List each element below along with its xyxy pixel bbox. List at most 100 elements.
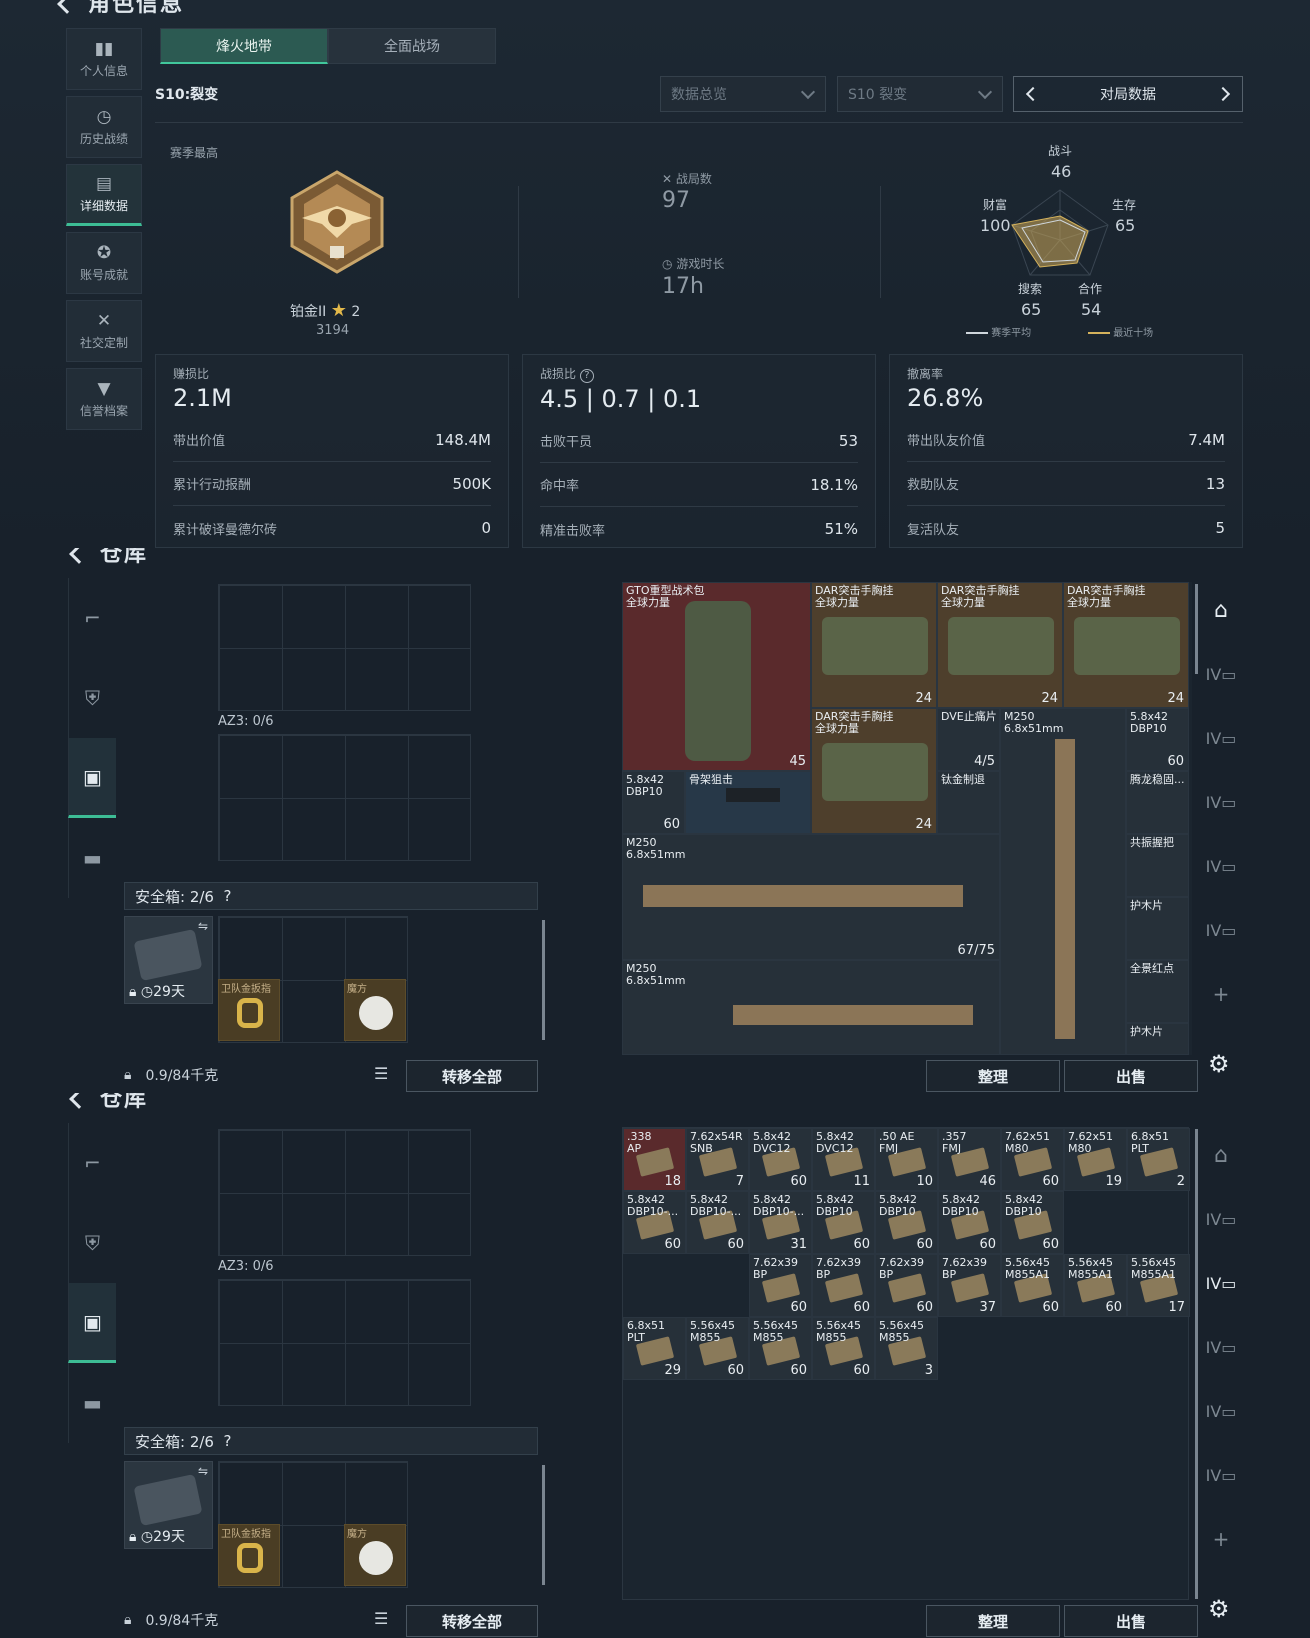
item-muzzle[interactable]: 钛金制退: [937, 771, 1000, 834]
item-red-dot[interactable]: 全景红点: [1126, 960, 1189, 1023]
ammo-item[interactable]: 5.8x42 DBP10 60: [938, 1191, 1001, 1254]
item-pistol[interactable]: 骨架狙击: [685, 771, 811, 834]
item-chest-rig[interactable]: DAR突击手胸挂 全球力量 24: [811, 582, 937, 708]
ammo-item[interactable]: 7.62x39 BP 60: [875, 1254, 938, 1317]
ammo-item[interactable]: 5.8x42 DVC12 11: [812, 1128, 875, 1191]
transfer-all-button[interactable]: 转移全部: [406, 1605, 538, 1637]
data-overview-dropdown[interactable]: 数据总览: [660, 76, 826, 112]
scrollbar[interactable]: [542, 920, 545, 1040]
stash-page-icon[interactable]: IV▭: [1196, 1443, 1246, 1507]
season-dropdown[interactable]: S10 裂变: [837, 76, 1003, 112]
swap-icon[interactable]: ⇋: [198, 919, 208, 933]
add-icon[interactable]: +: [1196, 962, 1246, 1026]
swap-icon[interactable]: ⇋: [198, 1464, 208, 1478]
item-grip[interactable]: 共振握把: [1126, 834, 1189, 897]
sort-button[interactable]: 整理: [926, 1060, 1060, 1092]
item-handguard[interactable]: 护木片: [1126, 897, 1189, 960]
add-icon[interactable]: +: [1196, 1507, 1246, 1571]
help-icon[interactable]: ?: [224, 1432, 232, 1450]
back-arrow-icon[interactable]: [57, 0, 77, 14]
gear-icon[interactable]: ⚙: [1208, 1595, 1230, 1623]
weapons-tab-icon[interactable]: ⌐: [68, 578, 116, 658]
help-icon[interactable]: ?: [579, 369, 594, 383]
ammo-item[interactable]: 5.8x42 DBP10 60: [1001, 1191, 1064, 1254]
home-icon[interactable]: ⌂: [1196, 578, 1246, 642]
ammo-item[interactable]: .338 AP 18: [623, 1128, 686, 1191]
ammo-item[interactable]: 5.8x42 DBP10 60: [812, 1191, 875, 1254]
ammo-item[interactable]: .50 AE FMJ 10: [875, 1128, 938, 1191]
item-backpack[interactable]: GTO重型战术包 全球力量 45: [622, 582, 811, 771]
weapons-tab-icon[interactable]: ⌐: [68, 1123, 116, 1203]
tab-warfare[interactable]: 全面战场: [328, 28, 496, 64]
ammo-item[interactable]: 5.56x45 M855 3: [875, 1317, 938, 1380]
item-m250[interactable]: M250 6.8x51mm 67/75: [622, 834, 1000, 960]
stash-page-icon[interactable]: IV▭: [1196, 834, 1246, 898]
list-icon[interactable]: ☰: [374, 1064, 388, 1083]
transfer-all-button[interactable]: 转移全部: [406, 1060, 538, 1092]
ammo-item[interactable]: 7.62x51 M80 19: [1064, 1128, 1127, 1191]
nav-detailed-data[interactable]: ▤ 详细数据: [66, 164, 142, 226]
stash-page-icon[interactable]: IV▭: [1196, 1251, 1246, 1315]
ammo-item[interactable]: 5.8x42 DVC12 60: [749, 1128, 812, 1191]
ammo-item[interactable]: 6.8x51 PLT 29: [623, 1317, 686, 1380]
backpack-tab-icon[interactable]: ▣: [68, 1283, 116, 1363]
ammo-item[interactable]: .357 FMJ 46: [938, 1128, 1001, 1191]
item-chest-rig[interactable]: DAR突击手胸挂 全球力量 24: [1063, 582, 1189, 708]
item-m250[interactable]: M250 6.8x51mm: [622, 960, 1000, 1055]
ammo-item[interactable]: 5.8x42 DBP10 60: [875, 1191, 938, 1254]
container-grid[interactable]: [218, 584, 471, 711]
stash-page-icon[interactable]: IV▭: [1196, 642, 1246, 706]
ammo-item[interactable]: 5.56x45 M855 60: [812, 1317, 875, 1380]
help-icon[interactable]: ?: [224, 887, 232, 905]
safebox-item[interactable]: ⇋ 🔒︎ ◷29天: [124, 1461, 213, 1549]
cube-item[interactable]: 魔方: [344, 979, 406, 1041]
item-chest-rig[interactable]: DAR突击手胸挂 全球力量 24: [937, 582, 1063, 708]
ammo-item[interactable]: 5.8x42 DBP10-... 60: [623, 1191, 686, 1254]
cube-item[interactable]: 魔方: [344, 1524, 406, 1586]
container-grid[interactable]: [218, 1129, 471, 1256]
back-arrow-icon[interactable]: [69, 548, 89, 564]
item-handguard[interactable]: 护木片: [1126, 1023, 1189, 1055]
item-ammo[interactable]: 5.8x42 DBP10 60: [1126, 708, 1189, 771]
nav-social[interactable]: ✕ 社交定制: [66, 300, 142, 362]
ammo-item[interactable]: 7.62x39 BP 60: [812, 1254, 875, 1317]
armor-tab-icon[interactable]: ⛨: [68, 658, 116, 738]
nav-achievements[interactable]: ✪ 账号成就: [66, 232, 142, 294]
chevron-left-icon[interactable]: [1025, 86, 1041, 102]
item-painkiller[interactable]: DVE止痛片 4/5: [937, 708, 1000, 771]
stash-page-icon[interactable]: IV▭: [1196, 770, 1246, 834]
ammo-item[interactable]: 5.56x45 M855A1 60: [1064, 1254, 1127, 1317]
ammo-item[interactable]: 5.56x45 M855A1 17: [1127, 1254, 1190, 1317]
nav-reputation[interactable]: ▼ 信誉档案: [66, 368, 142, 430]
case-tab-icon[interactable]: ▬: [68, 818, 116, 898]
sort-button[interactable]: 整理: [926, 1605, 1060, 1637]
stash-page-icon[interactable]: IV▭: [1196, 706, 1246, 770]
ring-item[interactable]: 卫队金扳指: [218, 979, 280, 1041]
ammo-item[interactable]: 5.8x42 DBP10-... 60: [686, 1191, 749, 1254]
ammo-item[interactable]: 6.8x51 PLT 2: [1127, 1128, 1190, 1191]
ammo-item[interactable]: 5.56x45 M855A1 60: [1001, 1254, 1064, 1317]
case-tab-icon[interactable]: ▬: [68, 1363, 116, 1443]
gear-icon[interactable]: ⚙: [1208, 1050, 1230, 1078]
tab-operations[interactable]: 烽火地带: [160, 28, 328, 64]
stash-page-icon[interactable]: IV▭: [1196, 1187, 1246, 1251]
ammo-item[interactable]: 7.62x39 BP 60: [749, 1254, 812, 1317]
lock-icon[interactable]: 🔒︎: [124, 1612, 131, 1628]
list-icon[interactable]: ☰: [374, 1609, 388, 1628]
item-chest-rig[interactable]: DAR突击手胸挂 全球力量 24: [811, 708, 937, 834]
sell-button[interactable]: 出售: [1064, 1060, 1198, 1092]
back-arrow-icon[interactable]: [69, 1093, 89, 1109]
ammo-item[interactable]: 7.62x39 BP 37: [938, 1254, 1001, 1317]
sell-button[interactable]: 出售: [1064, 1605, 1198, 1637]
ammo-item[interactable]: 7.62x51 M80 60: [1001, 1128, 1064, 1191]
safebox-item[interactable]: ⇋ 🔒︎ ◷29天: [124, 916, 213, 1004]
ammo-item[interactable]: 5.56x45 M855 60: [686, 1317, 749, 1380]
stash-page-icon[interactable]: IV▭: [1196, 1315, 1246, 1379]
item-attachment[interactable]: 腾龙稳固...: [1126, 771, 1189, 834]
chevron-right-icon[interactable]: [1215, 86, 1231, 102]
home-icon[interactable]: ⌂: [1196, 1123, 1246, 1187]
ammo-item[interactable]: 7.62x54R SNB 7: [686, 1128, 749, 1191]
container-grid[interactable]: [218, 734, 471, 861]
nav-personal-info[interactable]: ▮▮ 个人信息: [66, 28, 142, 90]
backpack-tab-icon[interactable]: ▣: [68, 738, 116, 818]
